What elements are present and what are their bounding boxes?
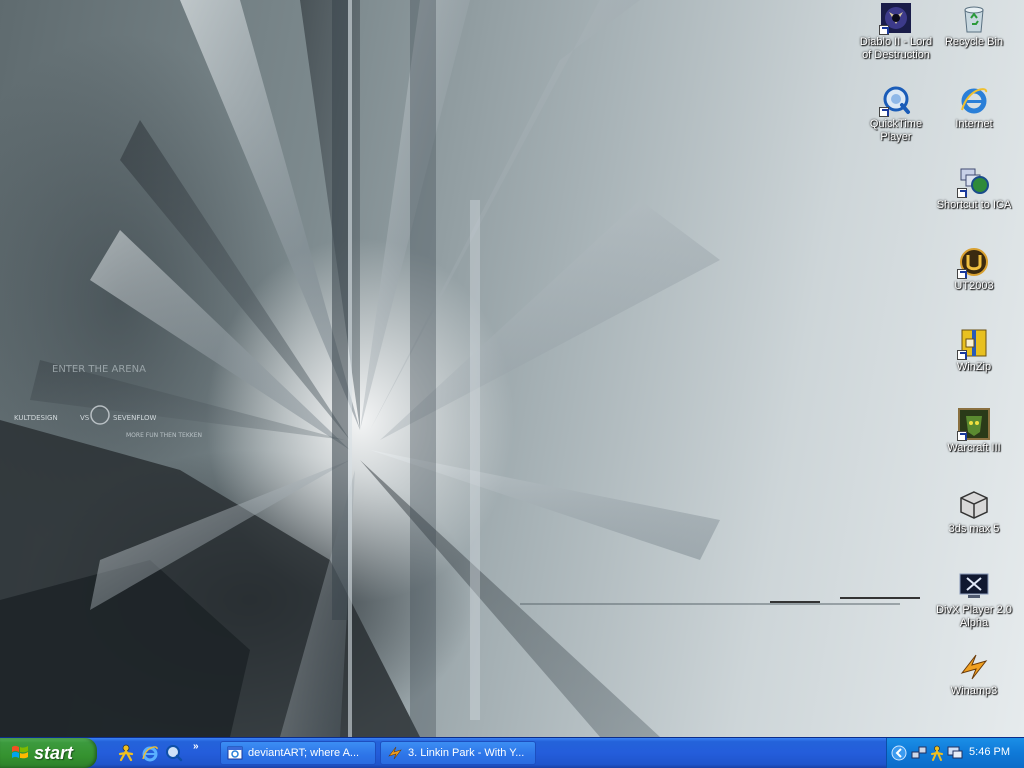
desktop-icon-label: DivX Player 2.0 Alpha bbox=[936, 604, 1012, 629]
quick-launch-internet-explorer[interactable] bbox=[141, 744, 159, 762]
winamp-icon bbox=[388, 746, 402, 760]
task-button-label: 3. Linkin Park - With Y... bbox=[408, 747, 525, 759]
desktop-icon-winzip[interactable]: WinZip bbox=[936, 327, 1012, 374]
desktop-icon-label: 3ds max 5 bbox=[948, 523, 1000, 535]
desktop-icon-diablo[interactable]: Diablo II - Lord of Destruction bbox=[858, 2, 934, 62]
taskbar: start » deviantART; where A... 3. Linkin… bbox=[0, 737, 1024, 768]
task-button-winamp[interactable]: 3. Linkin Park - With Y... bbox=[380, 741, 536, 765]
aim-icon bbox=[931, 745, 943, 761]
divx-icon bbox=[959, 573, 989, 598]
quick-launch-chevron[interactable]: » bbox=[193, 741, 199, 752]
wallpaper-text-tagline: MORE FUN THEN TEKKEN bbox=[126, 432, 202, 439]
task-button-label: deviantART; where A... bbox=[248, 747, 360, 759]
quicktime-icon bbox=[166, 745, 183, 762]
desktop-icon-divx[interactable]: DivX Player 2.0 Alpha bbox=[936, 570, 1012, 630]
network-icon bbox=[911, 746, 927, 759]
desktop-icon-recycle-bin[interactable]: Recycle Bin bbox=[936, 2, 1012, 49]
wallpaper-text-vs: VS bbox=[80, 414, 90, 422]
tray-show-hidden[interactable] bbox=[891, 745, 907, 761]
shortcut-arrow-icon bbox=[879, 107, 889, 117]
shortcut-arrow-icon bbox=[879, 25, 889, 35]
tray-monitor[interactable] bbox=[947, 745, 963, 761]
task-button-deviantart[interactable]: deviantART; where A... bbox=[220, 741, 376, 765]
show-hidden-icons-icon bbox=[891, 745, 907, 761]
shortcut-arrow-icon bbox=[957, 188, 967, 198]
desktop-icon-internet[interactable]: Internet bbox=[936, 84, 1012, 131]
desktop-icon-label: WinZip bbox=[956, 361, 992, 373]
desktop-icon-3ds-max[interactable]: 3ds max 5 bbox=[936, 489, 1012, 536]
desktop-icon-label: Internet bbox=[955, 118, 993, 130]
desktop-icon-label: QuickTime Player bbox=[869, 118, 923, 143]
browser-window-icon bbox=[227, 746, 243, 760]
desktop-icon-winamp[interactable]: Winamp3 bbox=[936, 651, 1012, 698]
desktop-icon-label: UT2003 bbox=[954, 280, 994, 292]
quick-launch-aim[interactable] bbox=[117, 744, 135, 762]
desktop-icon-label: Shortcut to ICA bbox=[936, 199, 1012, 211]
system-tray: 5:46 PM bbox=[886, 738, 1024, 768]
desktop-icon-label: Warcraft III bbox=[947, 442, 1001, 454]
desktop[interactable]: ENTER THE ARENA KULTDESIGN VS SEVENFLOW … bbox=[0, 0, 1024, 737]
winamp-icon bbox=[960, 654, 988, 680]
wallpaper-text-sevenflow: SEVENFLOW bbox=[113, 414, 157, 422]
quick-launch-quicktime[interactable] bbox=[165, 744, 183, 762]
internet-explorer-icon bbox=[961, 88, 987, 114]
3ds-max-icon bbox=[960, 491, 988, 519]
start-button[interactable]: start bbox=[0, 738, 97, 768]
wallpaper-text-arena: ENTER THE ARENA bbox=[52, 364, 146, 375]
desktop-icon-ut2003[interactable]: UT2003 bbox=[936, 246, 1012, 293]
desktop-icon-label: Recycle Bin bbox=[944, 36, 1004, 48]
desktop-icon-quicktime[interactable]: QuickTime Player bbox=[858, 84, 934, 144]
internet-explorer-icon bbox=[142, 746, 158, 762]
wallpaper-text-kultdesign: KULTDESIGN bbox=[14, 414, 58, 422]
recycle-bin-icon bbox=[964, 6, 984, 33]
tray-network[interactable] bbox=[911, 745, 927, 761]
start-label: start bbox=[34, 742, 74, 763]
desktop-icon-ica[interactable]: Shortcut to ICA bbox=[936, 165, 1012, 212]
desktop-icon-label: Diablo II - Lord of Destruction bbox=[859, 36, 933, 61]
aim-icon bbox=[118, 744, 134, 762]
windows-logo-icon bbox=[12, 745, 28, 759]
shortcut-arrow-icon bbox=[957, 269, 967, 279]
clock[interactable]: 5:46 PM bbox=[969, 746, 1010, 758]
shortcut-arrow-icon bbox=[957, 350, 967, 360]
desktop-icon-label: Winamp3 bbox=[950, 685, 998, 697]
desktop-icon-warcraft[interactable]: Warcraft III bbox=[936, 408, 1012, 455]
shortcut-arrow-icon bbox=[957, 431, 967, 441]
monitor-icon bbox=[947, 746, 963, 759]
tray-aim[interactable] bbox=[929, 745, 945, 761]
